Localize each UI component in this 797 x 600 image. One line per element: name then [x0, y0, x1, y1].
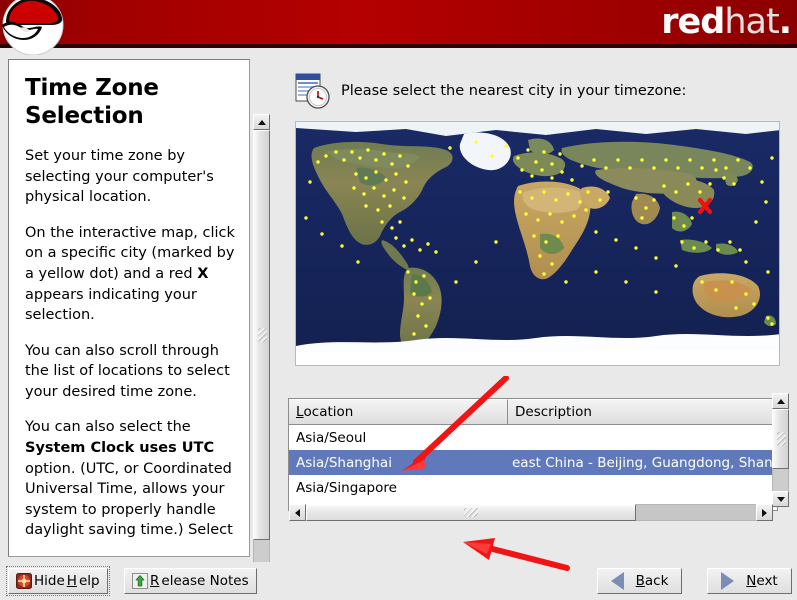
scroll-up-button[interactable]	[253, 114, 270, 130]
release-notes-label: elease Notes	[161, 573, 249, 589]
cell-location: Asia/Singapore	[296, 479, 397, 496]
help-p4-clipped: daylight saving time.) Select	[25, 522, 233, 539]
help-p4-text-b: option. (UTC, or Coordinated Universal T…	[25, 460, 232, 518]
bottom-button-bar: Hide Help Release Notes Back Next	[0, 562, 797, 600]
next-button[interactable]: Next	[707, 568, 792, 594]
installer-window: red hat. Time Zone Selection Set your tim…	[0, 0, 797, 600]
column-header-description[interactable]: Description	[508, 399, 777, 424]
column-header-description-text: Description	[515, 404, 592, 420]
column-header-location-mnemonic: L	[296, 404, 304, 420]
chevron-right-icon	[762, 508, 767, 517]
hscroll-left-button[interactable]	[289, 504, 306, 521]
world-timezone-map[interactable]	[295, 121, 780, 366]
help-p4-text-a: You can also select the	[25, 419, 191, 436]
cell-location: Asia/Seoul	[296, 429, 367, 446]
arrow-left-icon	[610, 572, 624, 590]
location-list[interactable]: Location Description Asia/Seoul Asia/Sha…	[288, 398, 778, 511]
help-lifering-icon	[16, 573, 32, 589]
next-mnemonic: N	[746, 573, 757, 589]
hscroll-right-button[interactable]	[756, 504, 773, 521]
help-p2-text-b: appears indicating your selection.	[25, 286, 197, 324]
table-row[interactable]: Asia/Singapore	[289, 475, 777, 500]
brand-hat: hat	[724, 2, 779, 42]
release-notes-button[interactable]: Release Notes	[124, 568, 257, 594]
help-panel: Time Zone Selection Set your time zone b…	[4, 55, 270, 600]
app-header: red hat.	[0, 0, 797, 56]
hscroll-thumb[interactable]	[306, 504, 636, 521]
arrow-right-icon	[721, 572, 735, 590]
grip-icon	[777, 432, 786, 446]
column-header-location[interactable]: Location	[289, 399, 508, 424]
prompt-row: Please select the nearest city in your t…	[295, 72, 686, 110]
cell-location: Asia/Shanghai	[296, 454, 392, 471]
scroll-thumb[interactable]	[253, 130, 270, 540]
cell-description: east China - Beijing, Guangdong, Shangha…	[512, 454, 777, 471]
chevron-up-icon	[776, 398, 785, 404]
hide-help-mnemonic: H	[66, 573, 77, 589]
back-button[interactable]: Back	[597, 568, 682, 594]
green-arrow-icon	[132, 573, 148, 589]
list-scroll-up-button[interactable]	[772, 393, 789, 409]
brand-dot: .	[778, 2, 792, 42]
help-title: Time Zone Selection	[25, 75, 159, 130]
location-list-hscrollbar[interactable]	[289, 504, 773, 521]
column-header-location-text: ocation	[303, 404, 354, 420]
list-scroll-down-button[interactable]	[772, 491, 789, 507]
list-body: Asia/Seoul Asia/Shanghai east China - Be…	[289, 425, 777, 500]
prompt-label: Please select the nearest city in your t…	[341, 83, 687, 99]
location-list-scrollbar[interactable]	[772, 393, 789, 507]
grip-icon	[258, 328, 267, 342]
brand-red: red	[661, 2, 725, 42]
redhat-wordmark: red hat.	[661, 2, 792, 42]
chevron-up-icon	[257, 119, 266, 125]
hide-help-button[interactable]: Hide Help	[6, 566, 110, 596]
chevron-down-icon	[776, 496, 785, 502]
back-mnemonic: B	[635, 573, 645, 589]
help-p4-bold: System Clock uses UTC	[25, 440, 215, 457]
calendar-clock-icon	[295, 72, 331, 110]
table-row[interactable]: Asia/Seoul	[289, 425, 777, 450]
release-notes-mnemonic: R	[150, 573, 160, 589]
next-label: ext	[756, 573, 778, 589]
hide-help-label-pre: Hide	[34, 573, 65, 589]
main-panel: Please select the nearest city in your t…	[278, 55, 797, 600]
grip-icon	[464, 508, 478, 517]
help-paragraph-4: You can also select the System Clock use…	[25, 417, 235, 540]
table-row[interactable]: Asia/Shanghai east China - Beijing, Guan…	[289, 450, 777, 475]
help-paragraph-3: You can also scroll through the list of …	[25, 342, 230, 400]
list-header-row: Location Description	[289, 399, 777, 425]
redhat-shadowman-logo	[0, 0, 78, 56]
back-label: ack	[644, 573, 669, 589]
help-paragraph-1: Set your time zone by selecting your com…	[25, 148, 214, 206]
help-p2-x: X	[197, 265, 209, 282]
header-divider	[0, 44, 797, 48]
help-text-frame: Time Zone Selection Set your time zone b…	[8, 59, 250, 557]
help-paragraph-2: On the interactive map, click on a speci…	[25, 223, 235, 326]
help-panel-scrollbar[interactable]	[253, 114, 270, 600]
chevron-left-icon	[295, 508, 300, 517]
hide-help-label-post: elp	[78, 573, 100, 589]
list-scroll-thumb[interactable]	[772, 409, 789, 469]
